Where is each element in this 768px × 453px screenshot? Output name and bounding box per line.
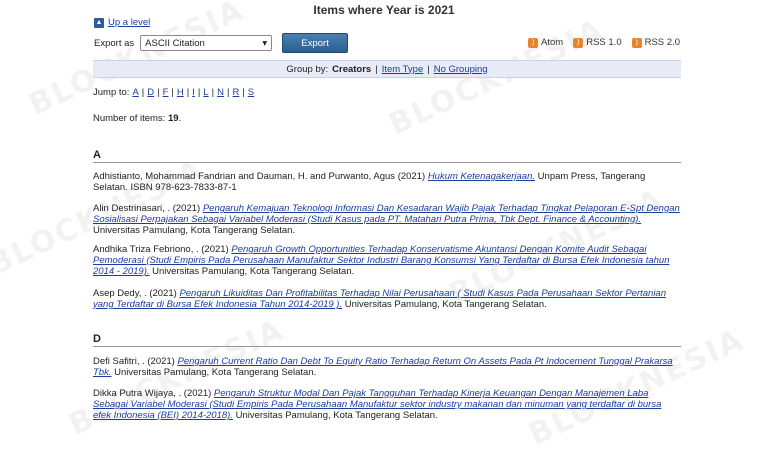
- jump-letter-n[interactable]: N: [217, 87, 224, 98]
- group-by-no-grouping[interactable]: No Grouping: [434, 64, 488, 75]
- list-item: Defi Safitri, . (2021) Pengaruh Current …: [93, 356, 681, 378]
- feed-label[interactable]: RSS 1.0: [586, 37, 621, 48]
- jump-letter-s[interactable]: S: [248, 87, 254, 98]
- entry-title-link[interactable]: Hukum Ketenagakerjaan.: [428, 171, 535, 182]
- entry-publisher: Universitas Pamulang, Kota Tangerang Sel…: [114, 367, 317, 378]
- section-heading-a: A: [93, 149, 681, 163]
- group-by-bar: Group by: Creators | Item Type | No Grou…: [93, 60, 681, 78]
- list-item: Asep Dedy, . (2021) Pengaruh Likuiditas …: [93, 288, 681, 310]
- list-item: Adhistianto, Mohammad Fandrian and Dauma…: [93, 171, 681, 193]
- jump-letter-a[interactable]: A: [132, 87, 138, 98]
- feed-rss1[interactable]: ) RSS 1.0: [573, 37, 622, 48]
- entry-publisher: Universitas Pamulang, Kota Tangerang Sel…: [152, 266, 355, 277]
- feed-label[interactable]: RSS 2.0: [645, 37, 680, 48]
- group-by-item-type[interactable]: Item Type: [382, 64, 424, 75]
- jump-letter-d[interactable]: D: [147, 87, 154, 98]
- entry-authors: Adhistianto, Mohammad Fandrian and Dauma…: [93, 171, 426, 182]
- group-by-current: Creators: [332, 63, 372, 75]
- entry-publisher: Universitas Pamulang, Kota Tangerang Sel…: [344, 299, 547, 310]
- group-by-label: Group by:: [286, 63, 329, 75]
- export-selected-value: ASCII Citation: [145, 37, 205, 49]
- export-format-select[interactable]: ASCII Citation ▾: [140, 35, 273, 51]
- rss-feed-icon: ): [631, 37, 642, 48]
- entry-authors: Dikka Putra Wijaya, . (2021): [93, 388, 212, 399]
- up-level-label[interactable]: Up a level: [108, 17, 150, 28]
- feed-label[interactable]: Atom: [541, 37, 563, 48]
- entry-publisher: Universitas Pamulang, Kota Tangerang Sel…: [93, 225, 296, 236]
- chevron-down-icon: ▾: [262, 37, 268, 49]
- export-button[interactable]: Export: [282, 33, 349, 53]
- entry-authors: Alin Destrinasari, . (2021): [93, 203, 201, 214]
- entry-authors: Andhika Triza Febriono, . (2021): [93, 244, 229, 255]
- feed-rss2[interactable]: ) RSS 2.0: [631, 37, 680, 48]
- up-arrow-icon: ▲: [94, 17, 104, 28]
- export-row: Export as ASCII Citation ▾ Export: [94, 33, 349, 53]
- jump-to-label: Jump to:: [93, 87, 130, 98]
- jump-letter-f[interactable]: F: [163, 87, 169, 98]
- item-count: Number of items: 19.: [93, 113, 182, 124]
- item-count-label: Number of items:: [93, 113, 166, 124]
- rss-feed-icon: ): [528, 37, 539, 48]
- jump-letter-i[interactable]: I: [192, 87, 195, 98]
- jump-to-nav: Jump to: A | D | F | H | I | L | N | R | S: [93, 87, 255, 98]
- up-level-link[interactable]: ▲ Up a level: [94, 17, 150, 28]
- jump-letter-r[interactable]: R: [232, 87, 239, 98]
- jump-letter-l[interactable]: L: [203, 87, 208, 98]
- list-item: Alin Destrinasari, . (2021) Pengaruh Kem…: [93, 203, 681, 236]
- feed-links: ) Atom ) RSS 1.0 ) RSS 2.0: [528, 37, 680, 48]
- jump-letter-h[interactable]: H: [177, 87, 184, 98]
- item-count-value: 19: [167, 113, 179, 124]
- entry-authors: Asep Dedy, . (2021): [93, 288, 177, 299]
- feed-atom[interactable]: ) Atom: [528, 37, 563, 48]
- entry-publisher: Universitas Pamulang, Kota Tangerang Sel…: [235, 410, 438, 421]
- list-item: Dikka Putra Wijaya, . (2021) Pengaruh St…: [93, 388, 681, 421]
- entry-authors: Defi Safitri, . (2021): [93, 356, 175, 367]
- page-title: Items where Year is 2021: [313, 3, 455, 17]
- list-item: Andhika Triza Febriono, . (2021) Pengaru…: [93, 244, 681, 277]
- export-label: Export as: [94, 37, 135, 49]
- section-heading-d: D: [93, 333, 681, 347]
- rss-feed-icon: ): [573, 37, 584, 48]
